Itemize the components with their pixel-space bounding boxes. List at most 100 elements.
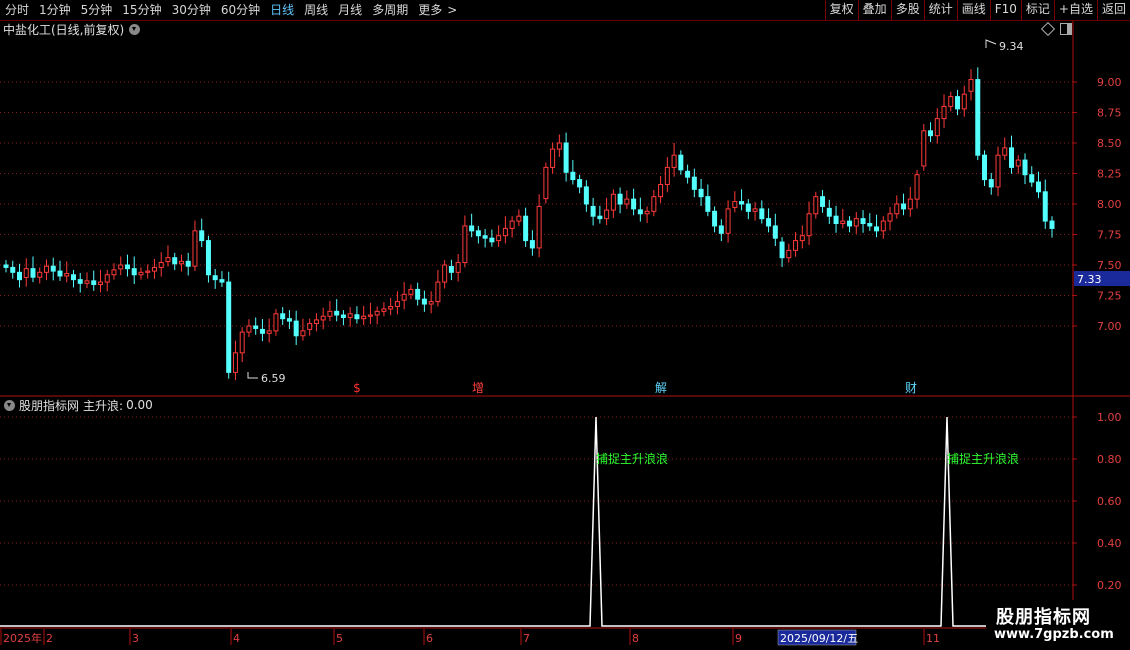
candle-body xyxy=(617,193,623,205)
candle-body xyxy=(50,265,56,272)
candle-body xyxy=(185,260,191,267)
candle-body xyxy=(496,235,502,242)
candle-body xyxy=(759,208,765,220)
candle-body xyxy=(259,328,265,334)
candle-body xyxy=(91,280,97,286)
candle-body xyxy=(779,241,785,259)
candle-body xyxy=(583,186,589,205)
candle-body xyxy=(394,301,400,307)
candle-body xyxy=(361,315,367,320)
candle-body xyxy=(469,225,475,232)
candle-body xyxy=(826,207,832,217)
candle-body xyxy=(178,260,184,265)
event-marker: 解 xyxy=(655,381,667,395)
price-tick-label: 7.50 xyxy=(1097,259,1122,272)
candle-body xyxy=(300,330,306,337)
candle-body xyxy=(165,257,171,263)
candle-body xyxy=(475,230,481,237)
candle-body xyxy=(1036,181,1042,193)
candle-body xyxy=(867,223,873,227)
candle-body xyxy=(847,220,853,227)
candle-body xyxy=(448,265,454,273)
candle-body xyxy=(698,188,704,198)
candle-body xyxy=(151,266,157,272)
candle-body xyxy=(860,218,866,225)
event-marker: 增 xyxy=(472,381,484,395)
candle-body xyxy=(961,93,967,110)
price-tick-label: 7.25 xyxy=(1097,290,1122,303)
candle-body xyxy=(664,166,670,185)
candle-body xyxy=(1049,220,1055,229)
time-axis-label: 4 xyxy=(233,632,240,645)
candle-body xyxy=(563,142,569,173)
candle-body xyxy=(813,196,819,215)
candle-body xyxy=(37,271,43,278)
candle-body xyxy=(462,225,468,264)
time-axis-label: 5 xyxy=(336,632,343,645)
candle-body xyxy=(982,154,988,181)
candle-body xyxy=(428,301,434,305)
candle-body xyxy=(374,310,380,316)
candle-body xyxy=(1022,159,1028,176)
candle-body xyxy=(246,325,252,333)
candle-body xyxy=(347,313,353,318)
price-tick-label: 8.50 xyxy=(1097,137,1122,150)
candle-body xyxy=(313,319,319,325)
candle-body xyxy=(685,170,691,178)
candle-body xyxy=(367,314,373,317)
candle-body xyxy=(64,273,70,277)
candle-body xyxy=(880,220,886,232)
candle-body xyxy=(253,325,259,329)
chart-canvas[interactable]: 9.00 8.75 8.50 8.25 8.00 7.75 7.50 7.25 7.00 7.33… xyxy=(0,0,1130,650)
candle-body xyxy=(381,308,387,312)
candle-body xyxy=(340,314,346,318)
candle-body xyxy=(266,330,272,334)
time-axis-label: 6 xyxy=(426,632,433,645)
candle-body xyxy=(307,323,313,330)
indicator-tick-label: 0.80 xyxy=(1097,453,1122,466)
signal-label: 捕捉主升浪浪 xyxy=(947,451,1019,466)
candle-body xyxy=(442,264,448,283)
candle-body xyxy=(145,270,151,273)
candle-body xyxy=(732,201,738,208)
candle-body xyxy=(577,179,583,188)
candle-body xyxy=(678,154,684,171)
candle-body xyxy=(529,240,535,249)
candle-body xyxy=(327,310,333,317)
candle-body xyxy=(928,130,934,137)
candle-body xyxy=(691,176,697,190)
candle-body xyxy=(1009,147,1015,168)
candle-body xyxy=(455,262,461,273)
candle-body xyxy=(786,249,792,259)
candle-body xyxy=(226,281,232,373)
candle-body xyxy=(799,235,805,242)
candle-body xyxy=(124,264,130,270)
candle-body xyxy=(489,237,495,243)
candle-body xyxy=(1029,174,1035,183)
time-axis-label: 8 xyxy=(632,632,639,645)
price-tick-label: 8.00 xyxy=(1097,198,1122,211)
candle-body xyxy=(158,262,164,268)
candle-body xyxy=(651,196,657,212)
candle-body xyxy=(43,265,49,273)
candle-body xyxy=(772,225,778,239)
candle-body xyxy=(280,313,286,320)
event-marker: $ xyxy=(353,381,361,395)
candle-body xyxy=(894,203,900,215)
candle-body xyxy=(637,209,643,215)
candle-body xyxy=(907,198,913,210)
candle-body xyxy=(624,198,630,205)
candle-body xyxy=(97,281,103,286)
candle-body xyxy=(219,279,225,283)
selected-date-label: 2025/09/12/五 xyxy=(780,632,858,645)
watermark: 股朋指标网 www.7gpzb.com xyxy=(986,600,1130,650)
candle-body xyxy=(793,240,799,251)
candle-body xyxy=(138,271,144,276)
indicator-tick-label: 1.00 xyxy=(1097,411,1122,424)
candle-body xyxy=(293,320,299,337)
indicator-tick-label: 0.20 xyxy=(1097,579,1122,592)
indicator-tick-label: 0.40 xyxy=(1097,537,1122,550)
high-price-marker xyxy=(985,39,997,48)
candle-body xyxy=(131,268,137,276)
candle-body xyxy=(536,205,542,249)
